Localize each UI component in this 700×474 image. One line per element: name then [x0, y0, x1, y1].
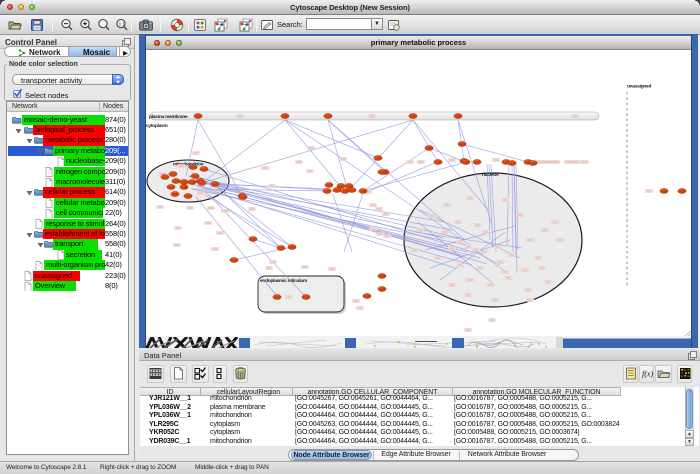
svg-text:unassigned: unassigned: [627, 84, 651, 90]
svg-text:f(x): f(x): [642, 370, 653, 379]
svg-text:endoplasmic reticulum: endoplasmic reticulum: [260, 278, 307, 284]
svg-text:plasma membrane: plasma membrane: [149, 114, 188, 120]
svg-text:nucleus: nucleus: [482, 172, 499, 178]
svg-text:1:1: 1:1: [119, 21, 126, 26]
svg-text:cytoplasm: cytoplasm: [146, 123, 167, 129]
